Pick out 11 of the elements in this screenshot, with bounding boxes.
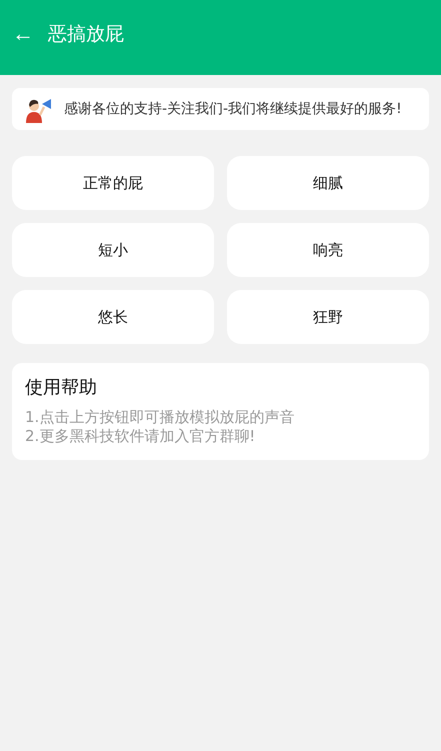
- sound-button[interactable]: 狂野: [227, 290, 429, 344]
- page-title: 恶搞放屁: [48, 22, 124, 47]
- help-title: 使用帮助: [25, 376, 98, 399]
- sound-button[interactable]: 响亮: [227, 223, 429, 277]
- help-text: 2.更多黑科技软件请加入官方群聊!: [25, 427, 256, 446]
- sound-button[interactable]: 正常的屁: [12, 156, 214, 210]
- notice-text: 感谢各位的支持-关注我们-我们将继续提供最好的服务!: [64, 100, 402, 118]
- help-text: 1.点击上方按钮即可播放模拟放屁的声音: [25, 408, 296, 427]
- sound-button[interactable]: 短小: [12, 223, 214, 277]
- sound-button[interactable]: 悠长: [12, 290, 214, 344]
- sound-button[interactable]: 细腻: [227, 156, 429, 210]
